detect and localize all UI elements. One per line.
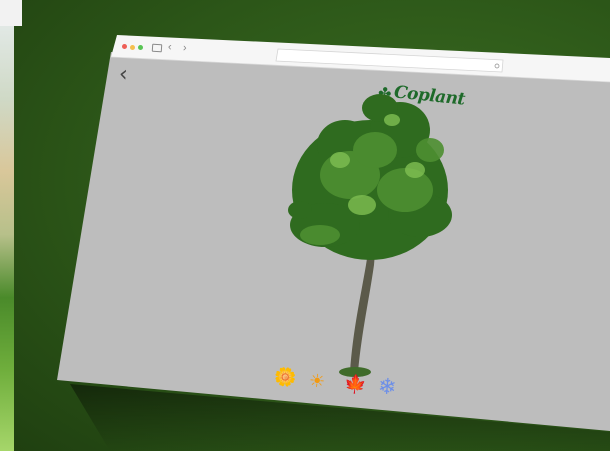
spring-flower-icon[interactable]: 🌼 — [273, 366, 297, 388]
clover-icon: ✤ — [377, 85, 393, 104]
page-content-area — [57, 52, 610, 431]
sun-icon[interactable]: ☀ — [308, 370, 326, 391]
autumn-leaf-icon[interactable]: 🍁 — [343, 373, 367, 395]
forward-nav-icon[interactable]: › — [183, 42, 188, 54]
back-nav-icon[interactable]: ‹ — [168, 41, 173, 53]
maximize-window-button[interactable] — [138, 45, 143, 50]
sidebar-toggle-icon[interactable] — [151, 43, 163, 53]
close-window-button[interactable] — [122, 44, 127, 49]
browser-window: ‹ › ‹ ✤ Coplant 🌼 ☀ 🍁 ❄ — [0, 0, 610, 451]
snowflake-icon[interactable]: ❄ — [377, 373, 398, 400]
page-back-button[interactable]: ‹ — [118, 62, 129, 88]
minimize-window-button[interactable] — [130, 45, 135, 50]
browser-frame — [57, 35, 610, 451]
